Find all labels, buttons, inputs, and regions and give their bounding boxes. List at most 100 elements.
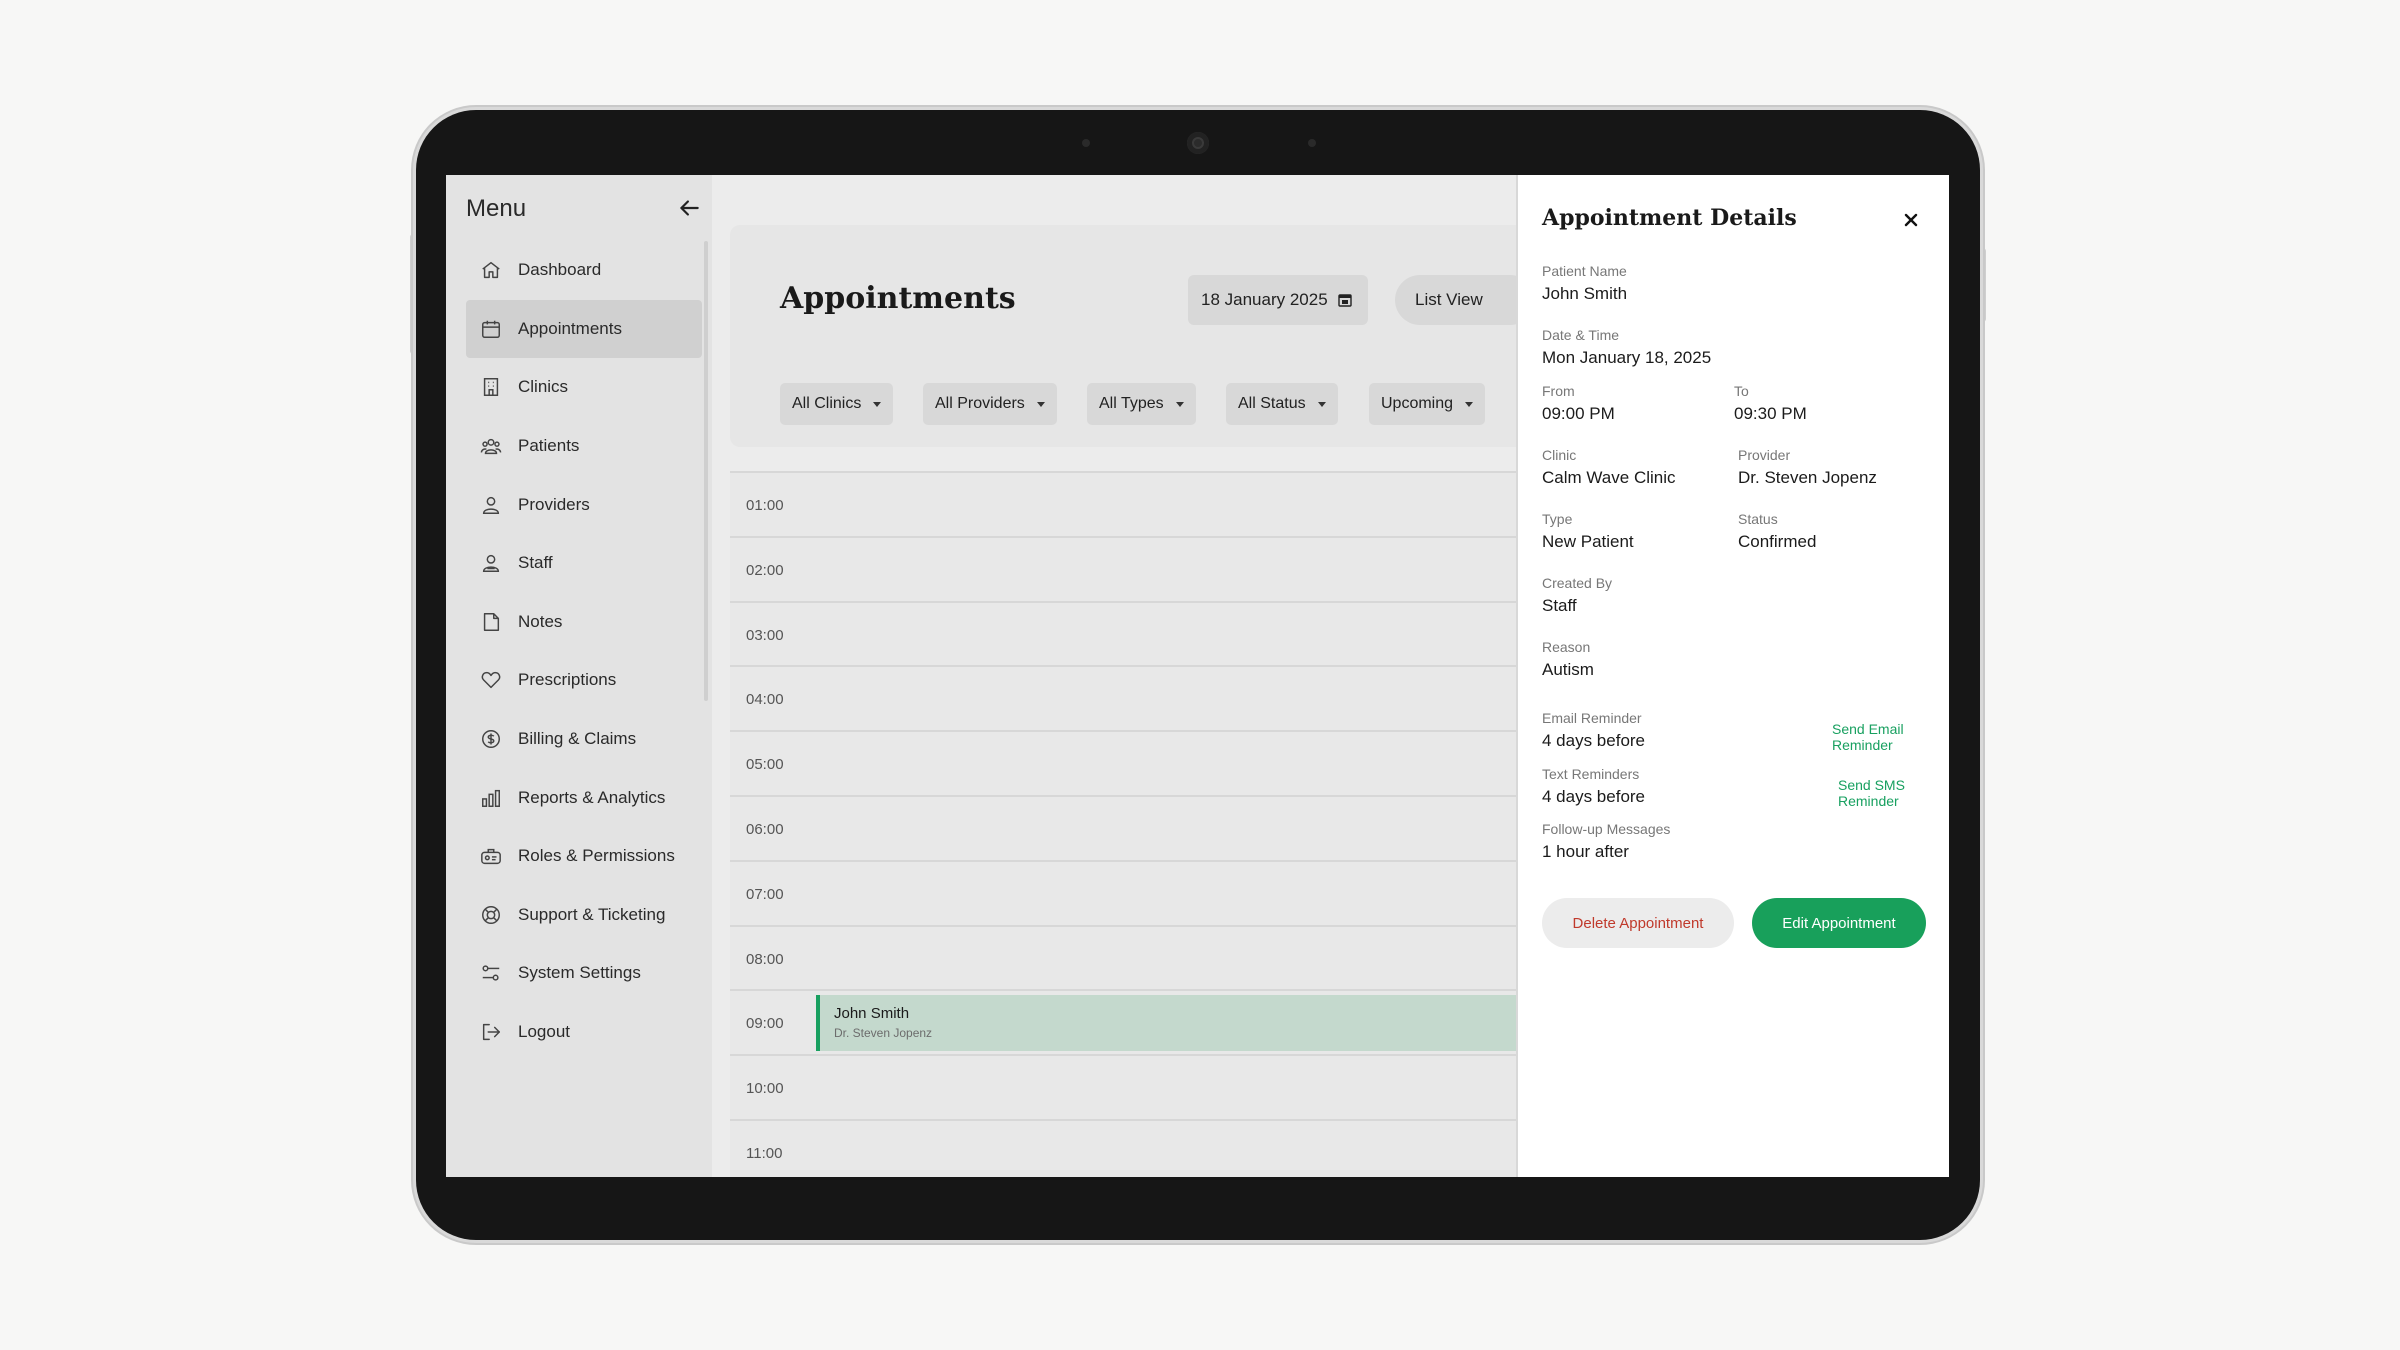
sidebar-scrollbar[interactable] <box>704 241 708 701</box>
field-value: 4 days before <box>1542 731 1646 750</box>
lifebuoy-icon <box>482 905 500 924</box>
to-field: To 09:30 PM <box>1734 383 1807 424</box>
time-label: 07:00 <box>746 885 784 903</box>
caret-down-icon <box>1465 401 1474 407</box>
sidebar-item-settings[interactable]: System Settings <box>466 944 702 1003</box>
field-label: To <box>1734 383 1749 399</box>
time-label: 08:00 <box>746 950 784 968</box>
field-value: New Patient <box>1542 532 1634 551</box>
app-screen: Menu Dashboard Appointments Clinics Pati… <box>446 175 1949 1177</box>
sidebar-item-staff[interactable]: Staff <box>466 534 702 593</box>
sensor-dot <box>1082 139 1090 147</box>
send-email-reminder-link[interactable]: Send Email Reminder <box>1832 721 1949 753</box>
camera-icon <box>1187 132 1209 154</box>
appointment-details-panel: Appointment Details Patient Name John Sm… <box>1516 175 1949 1177</box>
sidebar-item-label: Providers <box>518 494 590 514</box>
sidebar-item-label: System Settings <box>518 963 641 983</box>
sidebar-item-clinics[interactable]: Clinics <box>466 358 702 417</box>
field-label: Provider <box>1738 447 1791 463</box>
datetime-field: Date & Time Mon January 18, 2025 <box>1542 327 1711 368</box>
provider-field: Provider Dr. Steven Jopenz <box>1738 447 1877 488</box>
field-label: Email Reminder <box>1542 710 1642 726</box>
sidebar-item-notes[interactable]: Notes <box>466 593 702 652</box>
page-title: Appointments <box>780 281 1016 316</box>
time-label: 05:00 <box>746 756 784 774</box>
field-value: Staff <box>1542 596 1577 615</box>
sidebar-item-label: Dashboard <box>518 260 602 280</box>
sidebar-item-appointments[interactable]: Appointments <box>466 299 702 359</box>
time-label: 02:00 <box>746 561 784 579</box>
filter-providers[interactable]: All Providers <box>923 383 1057 425</box>
filter-label: All Status <box>1238 395 1306 412</box>
sidebar-item-label: Notes <box>518 611 563 631</box>
menu-title: Menu <box>466 195 527 222</box>
time-label: 03:00 <box>746 626 784 644</box>
sidebar-item-dashboard[interactable]: Dashboard <box>466 241 702 300</box>
sidebar-item-roles[interactable]: Roles & Permissions <box>466 827 702 886</box>
sidebar-item-label: Clinics <box>518 377 569 397</box>
staff-icon <box>482 555 500 573</box>
close-icon[interactable] <box>1902 211 1920 229</box>
field-label: Reason <box>1542 639 1591 655</box>
list-view-button[interactable]: List View <box>1395 275 1535 325</box>
followup-field: Follow-up Messages 1 hour after <box>1542 821 1670 862</box>
time-label: 01:00 <box>746 497 784 514</box>
field-label: Follow-up Messages <box>1542 821 1671 837</box>
sidebar-item-label: Roles & Permissions <box>518 846 675 866</box>
from-field: From 09:00 PM <box>1542 383 1615 424</box>
edit-appointment-button[interactable]: Edit Appointment <box>1752 898 1926 948</box>
field-label: Patient Name <box>1542 263 1627 279</box>
panel-title: Appointment Details <box>1542 205 1797 231</box>
sidebar-item-providers[interactable]: Providers <box>466 475 702 534</box>
sidebar-nav: Dashboard Appointments Clinics Patients … <box>466 241 702 1061</box>
arrow-left-icon[interactable] <box>676 195 702 221</box>
field-label: Text Reminders <box>1542 766 1640 782</box>
delete-appointment-button[interactable]: Delete Appointment <box>1542 898 1734 948</box>
chart-icon <box>482 789 500 807</box>
field-value: Dr. Steven Jopenz <box>1738 468 1877 487</box>
caret-down-icon <box>873 401 882 407</box>
calendar-icon <box>482 320 500 338</box>
note-icon <box>483 612 500 631</box>
tablet-side-button <box>1980 248 1986 322</box>
sidebar-item-billing[interactable]: Billing & Claims <box>466 710 702 769</box>
email-reminder-field: Email Reminder 4 days before <box>1542 710 1645 751</box>
field-value: Autism <box>1542 660 1594 679</box>
clinic-field: Clinic Calm Wave Clinic <box>1542 447 1676 488</box>
reason-field: Reason Autism <box>1542 639 1594 680</box>
sidebar-item-label: Support & Ticketing <box>518 904 666 924</box>
time-label: 10:00 <box>746 1080 784 1098</box>
sidebar-item-label: Prescriptions <box>518 670 617 690</box>
date-picker[interactable]: 18 January 2025 <box>1188 275 1368 325</box>
roles-icon <box>481 849 501 865</box>
text-reminders-field: Text Reminders 4 days before <box>1542 766 1645 807</box>
type-field: Type New Patient <box>1542 511 1634 552</box>
filter-label: All Types <box>1099 395 1164 412</box>
caret-down-icon <box>1175 401 1184 407</box>
sidebar-item-logout[interactable]: Logout <box>466 1003 702 1062</box>
field-value: 09:30 PM <box>1734 404 1807 423</box>
logout-icon <box>482 1023 500 1041</box>
filter-label: Upcoming <box>1381 395 1454 412</box>
filter-upcoming[interactable]: Upcoming <box>1369 383 1486 425</box>
field-value: John Smith <box>1542 284 1628 303</box>
sidebar-item-reports[interactable]: Reports & Analytics <box>466 768 702 827</box>
sidebar-item-label: Appointments <box>518 318 622 338</box>
filter-types[interactable]: All Types <box>1087 383 1196 425</box>
settings-icon <box>482 965 500 982</box>
field-value: 4 days before <box>1542 787 1646 806</box>
field-label: From <box>1542 383 1575 399</box>
time-label: 06:00 <box>746 821 784 838</box>
sidebar-item-patients[interactable]: Patients <box>466 417 702 476</box>
filter-status[interactable]: All Status <box>1226 383 1338 425</box>
sidebar-item-prescriptions[interactable]: Prescriptions <box>466 651 702 710</box>
field-value: Mon January 18, 2025 <box>1542 348 1712 367</box>
view-label: List View <box>1415 290 1483 309</box>
send-sms-reminder-link[interactable]: Send SMS Reminder <box>1838 777 1949 809</box>
sidebar-item-label: Patients <box>518 436 580 456</box>
created-by-field: Created By Staff <box>1542 575 1612 616</box>
sidebar-item-support[interactable]: Support & Ticketing <box>466 886 702 945</box>
filter-clinics[interactable]: All Clinics <box>780 383 894 425</box>
calendar-icon <box>1337 294 1352 307</box>
sidebar-item-label: Billing & Claims <box>518 729 637 749</box>
